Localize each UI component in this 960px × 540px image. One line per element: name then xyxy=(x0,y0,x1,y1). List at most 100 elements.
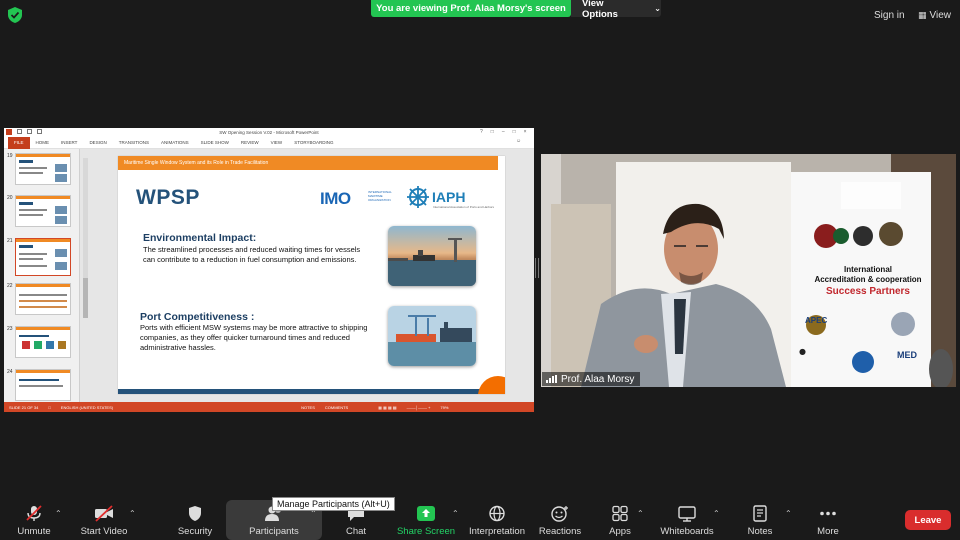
ppt-status-bar: SLIDE 21 OF 34 □ ENGLISH (UNITED STATES)… xyxy=(4,402,534,412)
comments-button: COMMENTS xyxy=(324,404,349,410)
ribbon-tab-review: REVIEW xyxy=(240,139,259,145)
ppt-window-controls: ? □ – □ × xyxy=(480,129,527,135)
share-screen-label: Share Screen xyxy=(396,526,456,537)
med-logo: MED xyxy=(897,350,917,360)
thumb-number: 24 xyxy=(7,369,13,375)
shield-icon xyxy=(189,506,201,521)
ribbon-tab-slideshow: SLIDE SHOW xyxy=(200,139,229,145)
language-indicator: ENGLISH (UNITED STATES) xyxy=(60,404,114,410)
more-button[interactable]: More xyxy=(796,505,860,537)
banner-text: International Accreditation & cooperatio… xyxy=(803,265,933,297)
notes-options-caret[interactable]: ⌃ xyxy=(785,509,792,518)
participants-tooltip: Manage Participants (Alt+U) xyxy=(272,497,395,511)
globe-icon xyxy=(489,505,505,522)
slide-footer-bar xyxy=(118,389,505,394)
chat-label: Chat xyxy=(345,526,367,537)
iaph-logo-subtitle: International Association of Ports and H… xyxy=(433,205,495,209)
banner-line-3: Success Partners xyxy=(826,286,910,297)
audio-options-caret[interactable]: ⌃ xyxy=(55,509,62,518)
wpsp-logo: WPSP xyxy=(136,186,200,209)
leave-button[interactable]: Leave xyxy=(905,510,951,530)
ribbon-tab-transitions: TRANSITIONS xyxy=(118,139,149,145)
interpretation-button[interactable]: Interpretation xyxy=(465,505,529,537)
apps-options-caret[interactable]: ⌃ xyxy=(637,509,644,518)
thumbnail-scrollbar-thumb xyxy=(83,278,88,318)
mic-muted-icon xyxy=(26,505,42,521)
maximize-icon: □ xyxy=(512,129,516,135)
ppt-quick-access xyxy=(6,129,42,135)
svg-text:●: ● xyxy=(799,347,806,356)
reactions-button[interactable]: Reactions xyxy=(528,505,592,537)
current-slide: Maritime Single Window System and its Ro… xyxy=(118,156,505,394)
slide-header-bar: Maritime Single Window System and its Ro… xyxy=(118,156,498,170)
view-grid-icon: ▦ xyxy=(918,10,927,20)
notes-icon xyxy=(753,505,767,522)
ribbon-tab-file: FILE xyxy=(8,136,30,149)
slide-thumbnails-pane: 19 20 21 22 23 24 xyxy=(4,149,80,402)
thumb-number: 23 xyxy=(7,326,13,332)
chevron-down-icon: ⌄ xyxy=(654,4,661,13)
whiteboards-label: Whiteboards xyxy=(660,526,714,537)
interpretation-label: Interpretation xyxy=(469,526,525,537)
more-dots-icon xyxy=(820,511,836,516)
save-icon xyxy=(17,129,22,134)
slide-thumbnail xyxy=(15,283,71,315)
view-options-button[interactable]: View Options ⌄ xyxy=(571,0,661,20)
port-competitiveness-text: Ports with efficient MSW systems may be … xyxy=(140,323,368,352)
sign-in-link[interactable]: Sign in xyxy=(874,10,905,21)
imo-logo-subtitle: INTERNATIONAL MARITIME ORGANIZATION xyxy=(368,190,392,202)
notes-button[interactable]: Notes xyxy=(728,505,792,537)
orange-decoration xyxy=(478,376,505,394)
notes-label: Notes xyxy=(747,526,773,537)
whiteboards-options-caret[interactable]: ⌃ xyxy=(713,509,720,518)
environmental-impact-text: The streamlined processes and reduced wa… xyxy=(143,245,361,264)
viewing-screen-banner: You are viewing Prof. Alaa Morsy's scree… xyxy=(371,0,571,17)
start-video-button[interactable]: Start Video xyxy=(72,505,136,537)
split-resize-handle[interactable] xyxy=(535,258,539,278)
slide-thumbnail xyxy=(15,153,71,185)
apec-logo: APEC xyxy=(805,316,828,325)
redo-icon xyxy=(37,129,42,134)
speaker-name: Prof. Alaa Morsy xyxy=(561,373,635,385)
unmute-label: Unmute xyxy=(17,526,51,537)
view-button[interactable]: ▦ View xyxy=(918,10,951,21)
view-label: View xyxy=(929,10,952,21)
signal-bars-icon xyxy=(546,375,557,383)
security-button[interactable]: Security xyxy=(163,505,227,537)
thumb-number: 22 xyxy=(7,283,13,289)
undo-icon xyxy=(27,129,32,134)
zoom-slider: ––––│–––– + xyxy=(406,404,431,410)
apps-label: Apps xyxy=(609,526,631,537)
iaph-logo: IAPH xyxy=(432,189,466,205)
port-sunset-photo xyxy=(388,226,476,286)
ppt-logo-icon xyxy=(6,129,12,135)
slide-thumbnail xyxy=(15,326,71,358)
ribbon-tab-animations: ANIMATIONS xyxy=(160,139,189,145)
reactions-label: Reactions xyxy=(538,526,582,537)
environmental-impact-heading: Environmental Impact: xyxy=(143,232,257,244)
slide-count: SLIDE 21 OF 34 xyxy=(9,404,39,410)
ribbon-tab-storyboarding: STORYBOARDING xyxy=(294,139,334,145)
share-screen-icon xyxy=(417,506,435,521)
whiteboard-icon xyxy=(678,506,696,522)
iaph-wheel-icon xyxy=(407,186,429,208)
help-icon: ? xyxy=(480,129,483,135)
slide-thumbnail xyxy=(15,369,71,401)
apps-icon xyxy=(612,505,628,522)
view-icons: ▦ ▦ ▦ ▦ xyxy=(378,404,397,410)
security-label: Security xyxy=(177,526,213,537)
notes-button: NOTES xyxy=(301,404,315,410)
video-off-icon xyxy=(95,505,113,522)
container-port-photo xyxy=(388,306,476,366)
ppt-ribbon: FILE HOME INSERT DESIGN TRANSITIONS ANIM… xyxy=(4,136,534,149)
shared-screen[interactable]: SW Opening Session V.02 - Microsoft Powe… xyxy=(4,128,534,412)
ribbon-tab-view: VIEW xyxy=(270,139,283,145)
encryption-shield-icon[interactable] xyxy=(8,7,22,23)
share-options-caret[interactable]: ⌃ xyxy=(452,509,459,518)
banner-line-1: International xyxy=(843,265,892,274)
ribbon-options-icon: □ xyxy=(490,129,494,135)
banner-line-2: Accreditation & cooperation xyxy=(814,275,922,284)
video-options-caret[interactable]: ⌃ xyxy=(129,509,136,518)
share-screen-button[interactable]: Share Screen xyxy=(394,505,458,537)
whiteboards-button[interactable]: Whiteboards xyxy=(655,505,719,537)
